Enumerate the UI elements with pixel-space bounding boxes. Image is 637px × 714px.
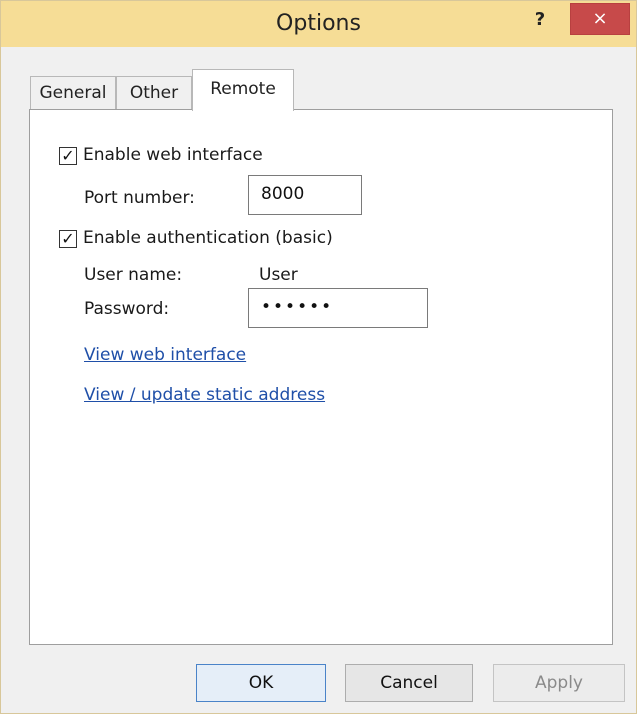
enable-auth-label: Enable authentication (basic) bbox=[83, 228, 333, 248]
ok-button[interactable]: OK bbox=[196, 664, 326, 702]
tab-general[interactable]: General bbox=[30, 76, 116, 110]
close-icon[interactable]: × bbox=[570, 3, 630, 35]
apply-button[interactable]: Apply bbox=[493, 664, 625, 702]
options-dialog: Options ? × General Other Remote ✓ Enabl… bbox=[0, 0, 637, 714]
title-bar[interactable]: Options ? × bbox=[1, 1, 636, 47]
port-input[interactable]: 8000 bbox=[248, 175, 362, 215]
cancel-button[interactable]: Cancel bbox=[345, 664, 473, 702]
tab-other[interactable]: Other bbox=[116, 76, 192, 110]
tab-remote[interactable]: Remote bbox=[192, 69, 294, 111]
enable-web-checkbox[interactable]: ✓ bbox=[59, 147, 77, 165]
view-static-address-link[interactable]: View / update static address bbox=[84, 385, 325, 405]
enable-web-label: Enable web interface bbox=[83, 145, 263, 165]
view-web-interface-link[interactable]: View web interface bbox=[84, 345, 246, 365]
port-label: Port number: bbox=[84, 188, 195, 208]
enable-auth-checkbox[interactable]: ✓ bbox=[59, 230, 77, 248]
help-icon[interactable]: ? bbox=[526, 5, 554, 35]
password-input[interactable]: •••••• bbox=[248, 288, 428, 328]
username-value: User bbox=[259, 265, 298, 285]
username-label: User name: bbox=[84, 265, 183, 285]
password-label: Password: bbox=[84, 299, 170, 319]
